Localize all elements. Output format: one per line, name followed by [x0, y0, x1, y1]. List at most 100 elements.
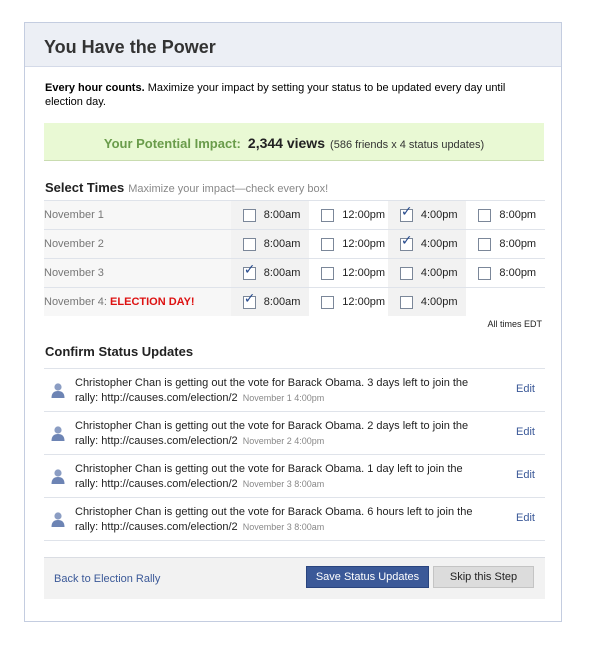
time-row: November 2 8:00am 12:00pm 4:00pm 8:00pm [44, 229, 545, 259]
time-checkbox[interactable] [321, 266, 335, 280]
time-slot-cell: 8:00pm [466, 200, 545, 230]
status-update-text: Christopher Chan is getting out the vote… [75, 419, 475, 449]
time-slot: 12:00pm [309, 266, 388, 280]
intro-text: Every hour counts. Maximize your impact … [45, 81, 545, 109]
day-cell: November 1 [44, 200, 231, 230]
dialog-title: You Have the Power [44, 37, 216, 57]
status-update-list: Christopher Chan is getting out the vote… [44, 368, 545, 541]
day-label: November 1 [44, 209, 104, 221]
time-slot-cell: 12:00pm [309, 258, 388, 288]
time-slot: 8:00pm [466, 237, 545, 251]
status-update-row: Christopher Chan is getting out the vote… [44, 411, 545, 454]
time-checkbox[interactable] [321, 295, 335, 309]
save-status-updates-button[interactable]: Save Status Updates [306, 566, 429, 588]
time-checkbox[interactable] [399, 233, 413, 251]
edit-link[interactable]: Edit [516, 426, 535, 438]
time-slot-cell [466, 287, 545, 316]
footer: Back to Election Rally Save Status Updat… [44, 557, 545, 599]
time-slot-cell: 8:00am [230, 229, 310, 259]
time-label: 4:00pm [420, 267, 458, 279]
time-checkbox[interactable] [321, 237, 335, 251]
status-time: November 3 8:00am [242, 522, 325, 532]
time-checkbox[interactable] [242, 291, 256, 309]
time-slot-cell: 4:00pm [387, 287, 467, 316]
impact-label: Your Potential Impact: [103, 136, 241, 151]
time-checkbox[interactable] [321, 208, 335, 222]
time-label: 8:00pm [499, 267, 537, 279]
impact-detail: (586 friends x 4 status updates) [330, 139, 485, 151]
status-update-row: Christopher Chan is getting out the vote… [44, 368, 545, 411]
day-cell: November 4: ELECTION DAY! [44, 287, 231, 316]
time-row: November 1 8:00am 12:00pm 4:00pm 8:00pm [44, 200, 545, 230]
time-label: 8:00am [263, 296, 301, 308]
day-label: November 3 [44, 267, 104, 279]
time-slot-cell: 8:00am [230, 200, 310, 230]
time-checkbox[interactable] [399, 266, 413, 280]
timezone-note: All times EDT [487, 319, 542, 329]
status-time: November 1 4:00pm [242, 393, 325, 403]
day-label: November 4: [44, 296, 107, 308]
time-checkbox[interactable] [242, 237, 256, 251]
time-label: 8:00am [263, 238, 301, 250]
time-slot: 12:00pm [309, 295, 388, 309]
time-checkbox[interactable] [242, 208, 256, 222]
time-label: 4:00pm [420, 296, 458, 308]
time-checkbox[interactable] [478, 237, 492, 251]
time-slot: 4:00pm [388, 204, 467, 222]
time-slot-cell: 12:00pm [309, 229, 388, 259]
time-slot: 8:00pm [466, 208, 545, 222]
time-slot-cell: 4:00pm [387, 200, 467, 230]
time-label: 8:00am [263, 267, 301, 279]
time-slot-cell: 4:00pm [387, 229, 467, 259]
times-table: November 18:00am12:00pm4:00pm8:00pmNovem… [44, 200, 545, 316]
edit-link[interactable]: Edit [516, 469, 535, 481]
time-label: 4:00pm [420, 238, 458, 250]
time-slot: 8:00am [231, 208, 310, 222]
dialog-header: You Have the Power [25, 23, 561, 67]
day-cell: November 2 [44, 229, 231, 259]
election-day-label: ELECTION DAY! [110, 296, 195, 308]
time-label: 8:00am [263, 209, 301, 221]
impact-views: 2,344 views [247, 135, 325, 151]
status-update-text: Christopher Chan is getting out the vote… [75, 376, 475, 406]
skip-step-button[interactable]: Skip this Step [433, 566, 534, 588]
day-label: November 2 [44, 238, 104, 250]
time-checkbox[interactable] [478, 208, 492, 222]
impact-banner: Your Potential Impact: 2,344 views (586 … [44, 123, 544, 161]
time-label: 12:00pm [342, 209, 386, 221]
time-slot: 4:00pm [388, 266, 467, 280]
time-slot-cell: 8:00am [230, 258, 310, 288]
time-checkbox[interactable] [399, 295, 413, 309]
time-slot-cell: 8:00pm [466, 229, 545, 259]
time-label: 8:00pm [499, 238, 537, 250]
edit-link[interactable]: Edit [516, 512, 535, 524]
day-cell: November 3 [44, 258, 231, 288]
time-label: 4:00pm [420, 209, 458, 221]
back-to-rally-link[interactable]: Back to Election Rally [54, 573, 160, 585]
select-times-heading: Select Times Maximize your impact—check e… [45, 180, 328, 195]
status-update-text: Christopher Chan is getting out the vote… [75, 462, 475, 492]
time-checkbox[interactable] [478, 266, 492, 280]
status-update-row: Christopher Chan is getting out the vote… [44, 454, 545, 497]
status-update-row: Christopher Chan is getting out the vote… [44, 497, 545, 541]
confirm-title: Confirm Status Updates [45, 344, 194, 359]
time-slot: 8:00am [231, 291, 310, 309]
user-silhouette-icon [51, 469, 65, 484]
time-slot-cell: 12:00pm [309, 200, 388, 230]
user-silhouette-icon [51, 426, 65, 441]
time-slot: 8:00pm [466, 266, 545, 280]
time-label: 12:00pm [342, 296, 386, 308]
status-update-text: Christopher Chan is getting out the vote… [75, 505, 475, 535]
time-checkbox[interactable] [399, 204, 413, 222]
time-slot-cell: 12:00pm [309, 287, 388, 316]
user-silhouette-icon [51, 512, 65, 527]
edit-link[interactable]: Edit [516, 383, 535, 395]
time-label: 12:00pm [342, 238, 386, 250]
select-times-subtitle: Maximize your impact—check every box! [128, 183, 329, 195]
time-checkbox[interactable] [242, 262, 256, 280]
time-label: 8:00pm [499, 209, 537, 221]
time-row: November 4: ELECTION DAY! 8:00am 12:00pm 4:… [44, 287, 545, 316]
user-silhouette-icon [51, 383, 65, 398]
time-slot-cell: 4:00pm [387, 258, 467, 288]
time-slot: 4:00pm [388, 295, 467, 309]
